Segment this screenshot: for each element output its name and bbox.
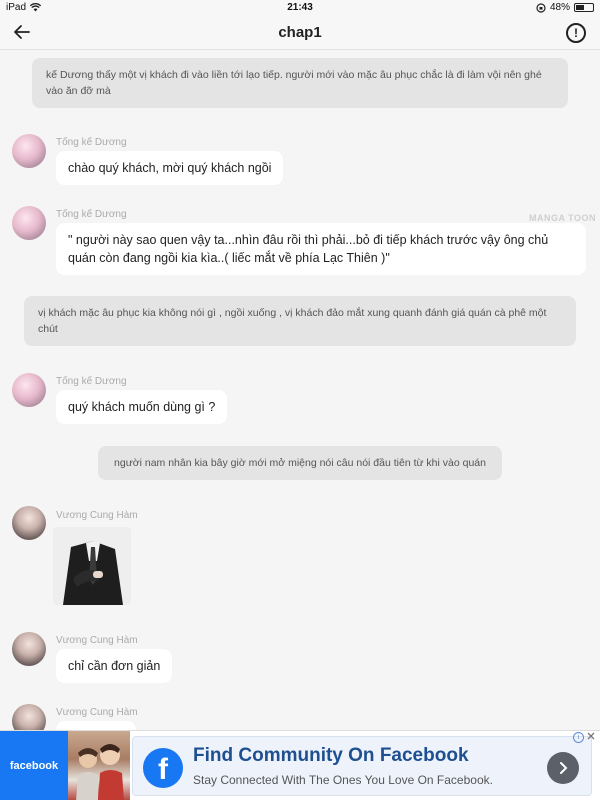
status-time: 21:43 [287,2,313,13]
facebook-logo-icon: f [143,748,183,788]
info-circle-icon: ! [574,26,578,40]
narration-box: vị khách mặc âu phục kia không nói gì , … [24,296,576,346]
message-bubble [56,721,136,730]
status-bar: iPad 21:43 48% [0,0,600,16]
message-bubble: chỉ cần đơn giản [56,649,173,683]
sender-name: Vương Cung Hàm [56,510,138,521]
ad-photo-image [76,744,124,800]
info-button[interactable]: ! [566,23,586,43]
ad-subtitle: Stay Connected With The Ones You Love On… [193,773,493,787]
narration-text: vị khách mặc âu phục kia không nói gì , … [38,307,547,335]
message-text: chào quý khách, mời quý khách ngồi [68,161,272,175]
narration-text: người nam nhân kia bây giờ mới mở miệng … [114,457,486,469]
watermark: MANGA TOON [529,213,596,223]
avatar[interactable] [12,632,46,666]
chat-area[interactable]: kế Dương thấy một vị khách đi vào liền t… [0,50,600,730]
narration-box: người nam nhân kia bây giờ mới mở miệng … [98,446,502,480]
sender-name: Vương Cung Hàm [56,635,138,646]
ad-next-button[interactable] [547,752,579,784]
avatar[interactable] [12,134,46,168]
status-right: 48% [536,2,594,13]
message-bubble: chào quý khách, mời quý khách ngồi [56,151,284,185]
narration-text: kế Dương thấy một vị khách đi vào liền t… [46,69,542,97]
sender-name: Vương Cung Hàm [56,707,138,718]
ad-title[interactable]: Find Community On Facebook [193,745,469,767]
chevron-right-icon [560,762,568,774]
battery-icon [574,3,594,12]
message-text: chỉ cần đơn giản [68,659,161,673]
ad-close-button[interactable] [584,731,598,745]
message-bubble: " người này sao quen vậy ta...nhìn đâu r… [56,223,586,275]
page-title: chap1 [278,24,322,41]
ad-banner[interactable]: facebook f Find Community On Facebook St… [0,730,600,800]
avatar[interactable] [12,206,46,240]
sender-name: Tống kế Dương [56,376,127,387]
message-text: quý khách muốn dùng gì ? [68,400,216,414]
ad-info-icon[interactable]: i [573,732,584,743]
orientation-lock-icon [536,2,546,13]
suit-photo [53,527,131,605]
narration-box: kế Dương thấy một vị khách đi vào liền t… [32,58,568,108]
ad-photo[interactable] [68,731,130,800]
avatar[interactable] [12,373,46,407]
nav-bar: chap1 ! [0,16,600,50]
sender-name: Tống kế Dương [56,137,127,148]
ad-panel[interactable]: f Find Community On Facebook Stay Connec… [132,736,592,796]
message-bubble: quý khách muốn dùng gì ? [56,390,228,424]
avatar[interactable] [12,704,46,730]
sender-name: Tống kế Dương [56,209,127,220]
image-message[interactable] [53,527,131,605]
close-icon [587,732,595,740]
ad-brand-tile[interactable]: facebook [0,731,68,800]
avatar[interactable] [12,506,46,540]
battery-percent: 48% [549,2,570,13]
battery-fill [576,5,584,10]
message-text: " người này sao quen vậy ta...nhìn đâu r… [68,233,549,265]
